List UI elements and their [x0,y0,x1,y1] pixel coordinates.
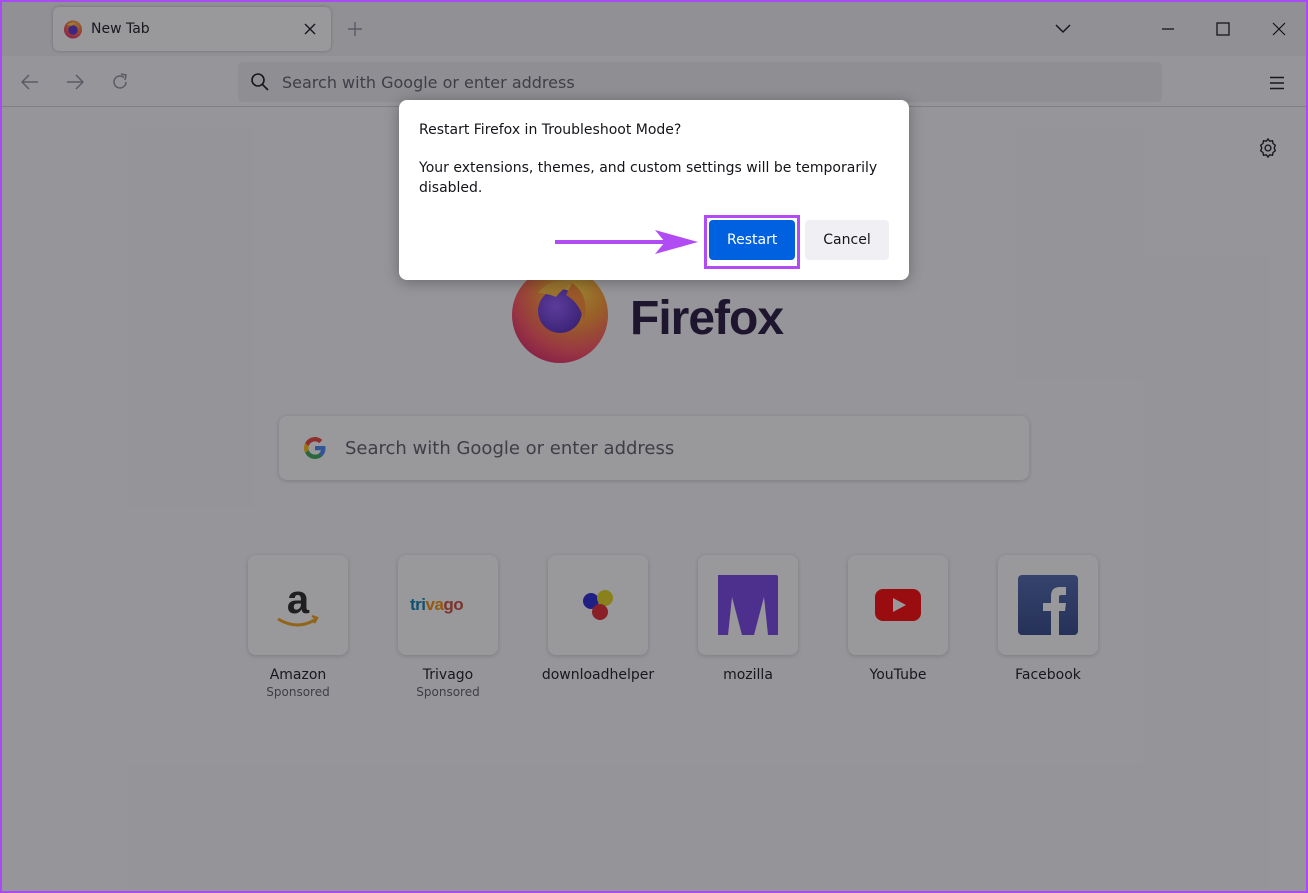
dialog-buttons: Restart Cancel [709,220,889,260]
dialog-message: Your extensions, themes, and custom sett… [419,160,878,196]
dialog-title: Restart Firefox in Troubleshoot Mode? [419,122,682,138]
annotation-arrow-icon [555,230,698,254]
cancel-button[interactable]: Cancel [805,220,889,260]
browser-window: New Tab Search with Google or enter addr… [2,2,1306,891]
restart-button[interactable]: Restart [709,220,795,260]
